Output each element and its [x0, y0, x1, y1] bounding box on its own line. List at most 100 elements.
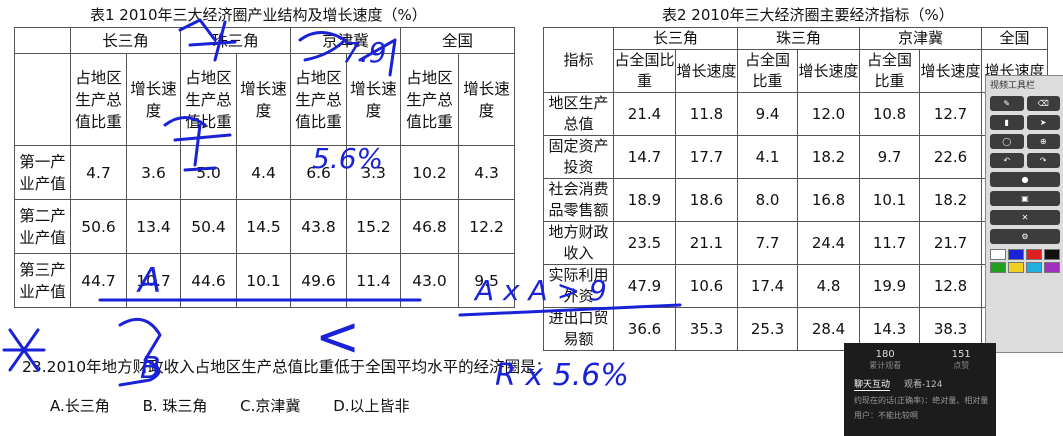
- cell: 8.0: [737, 178, 799, 222]
- cell: 12.8: [919, 264, 983, 308]
- cell: 4.3: [458, 145, 516, 200]
- column-header: 增长速度: [674, 49, 739, 93]
- row-label: 第一产业产值: [14, 145, 71, 200]
- column-header: 增长速度: [236, 53, 292, 146]
- row-label: 实际利用外资: [543, 264, 614, 308]
- cell: 25.3: [737, 307, 799, 351]
- cell: 12.2: [458, 199, 516, 254]
- redo-button[interactable]: ↷: [1026, 153, 1060, 168]
- cell: 18.2: [919, 178, 983, 222]
- shape-tool-button[interactable]: ◯: [990, 134, 1024, 149]
- cell: 43.8: [290, 199, 348, 254]
- cell: 19.9: [859, 264, 921, 308]
- row-label: 第三产业产值: [14, 253, 71, 308]
- cell: 11.4: [346, 253, 402, 308]
- cell: 9.7: [859, 135, 921, 179]
- color-swatch[interactable]: [1026, 249, 1042, 260]
- column-header: 占全国比重: [859, 49, 921, 93]
- cell: 4.4: [236, 145, 292, 200]
- cell: 12.7: [919, 92, 983, 136]
- column-header: 占全国比重: [613, 49, 676, 93]
- row-label: 第二产业产值: [14, 199, 71, 254]
- tab-chat[interactable]: 聊天互动: [854, 377, 891, 391]
- cell: 24.4: [797, 221, 861, 265]
- clear-button[interactable]: ✕: [990, 210, 1060, 225]
- cell: 50.6: [70, 199, 127, 254]
- table1-caption: 表1 2010年三大经济圈产业结构及增长速度（%）: [90, 6, 427, 24]
- stat-viewers: 180 累计观看: [869, 349, 902, 370]
- cell: 17.4: [737, 264, 799, 308]
- screenshot-button[interactable]: ▣: [990, 191, 1060, 206]
- column-header: 增长速度: [346, 53, 402, 146]
- toolbar-title: 视频工具栏: [990, 81, 1036, 91]
- cell: 22.6: [919, 135, 983, 179]
- region-header: 珠三角: [737, 27, 861, 50]
- live-chat-panel: 180 累计观看 151 点赞 聊天互动 观看-124 约现在的话(正确率)：绝…: [844, 343, 996, 436]
- row-label: 固定资产投资: [543, 135, 614, 179]
- cell: 43.0: [400, 253, 460, 308]
- tab-viewers[interactable]: 观看-124: [904, 377, 942, 391]
- color-swatch[interactable]: [1044, 249, 1060, 260]
- cell: 18.2: [797, 135, 861, 179]
- cell: 10.1: [859, 178, 921, 222]
- row-label: 地区生产总值: [543, 92, 614, 136]
- row-label: 地方财政收入: [543, 221, 614, 265]
- eraser-tool-button[interactable]: ⌫: [1026, 96, 1060, 111]
- zoom-tool-button[interactable]: ⊕: [1026, 134, 1060, 149]
- cell: 10.1: [236, 253, 292, 308]
- record-button[interactable]: ●: [990, 172, 1060, 187]
- corner-cell: [14, 27, 71, 54]
- cell: 50.4: [180, 199, 238, 254]
- color-swatch[interactable]: [1008, 249, 1024, 260]
- color-swatch[interactable]: [1044, 262, 1060, 273]
- cell: 44.7: [70, 253, 127, 308]
- cell: 15.2: [346, 199, 402, 254]
- indicator-header: 指标: [543, 27, 614, 93]
- color-swatch[interactable]: [1026, 262, 1042, 273]
- economic-indicators-table: 指标 长三角 珠三角 京津冀 全国 占全国比重 增长速度 占全国比重 增长速度 …: [543, 27, 1049, 351]
- cell: 21.7: [919, 221, 983, 265]
- option-b[interactable]: B. 珠三角: [143, 395, 208, 416]
- region-header: 京津冀: [859, 27, 983, 50]
- undo-button[interactable]: ↶: [990, 153, 1024, 168]
- industry-structure-table: 长三角 珠三角 京津冀 全国 占地区生产总值比重 增长速度 占地区生产总值比重 …: [14, 27, 516, 308]
- column-header: 占地区生产总值比重: [180, 53, 238, 146]
- region-header: 长三角: [69, 27, 182, 54]
- cell: 16.8: [797, 178, 861, 222]
- table-row: 第一产业产值 4.7 3.6 5.0 4.4 6.6 3.3 10.2 4.3: [14, 145, 516, 200]
- color-swatch[interactable]: [990, 262, 1006, 273]
- cell: 21.1: [674, 221, 739, 265]
- table-row: 地方财政收入 23.5 21.1 7.7 24.4 11.7 21.7: [543, 221, 1049, 265]
- cell: 23.5: [613, 221, 676, 265]
- cell: 36.6: [613, 307, 676, 351]
- cell: 10.8: [859, 92, 921, 136]
- column-header: 增长速度: [125, 53, 182, 146]
- settings-button[interactable]: ⚙: [990, 229, 1060, 244]
- color-palette: [986, 246, 1063, 276]
- option-c[interactable]: C.京津冀: [240, 395, 300, 416]
- cell: 10.7: [125, 253, 182, 308]
- cell: 12.0: [797, 92, 861, 136]
- cell: 44.6: [180, 253, 238, 308]
- question-text: 23.2010年地方财政收入占地区生产总值比重低于全国平均水平的经济圈是：: [22, 358, 552, 376]
- cell: 11.7: [859, 221, 921, 265]
- pointer-button[interactable]: ➤: [1026, 115, 1060, 130]
- cell: 9.5: [458, 253, 516, 308]
- color-swatch[interactable]: [990, 249, 1006, 260]
- column-header: 占地区生产总值比重: [290, 53, 348, 146]
- cell: 6.6: [290, 145, 348, 200]
- column-header: 增长速度: [797, 49, 861, 93]
- column-header: 占全国比重: [737, 49, 799, 93]
- highlighter-button[interactable]: ▮: [990, 115, 1024, 130]
- region-header: 全国: [981, 27, 1049, 50]
- region-header: 珠三角: [180, 27, 292, 54]
- cell: 11.8: [674, 92, 739, 136]
- cell: 10.2: [400, 145, 460, 200]
- color-swatch[interactable]: [1008, 262, 1024, 273]
- option-d[interactable]: D.以上皆非: [333, 395, 409, 416]
- option-a[interactable]: A.长三角: [50, 395, 110, 416]
- pen-tool-button[interactable]: ✎: [990, 96, 1024, 111]
- column-header: 占地区生产总值比重: [400, 53, 460, 146]
- cell: 46.8: [400, 199, 460, 254]
- cell: 5.0: [180, 145, 238, 200]
